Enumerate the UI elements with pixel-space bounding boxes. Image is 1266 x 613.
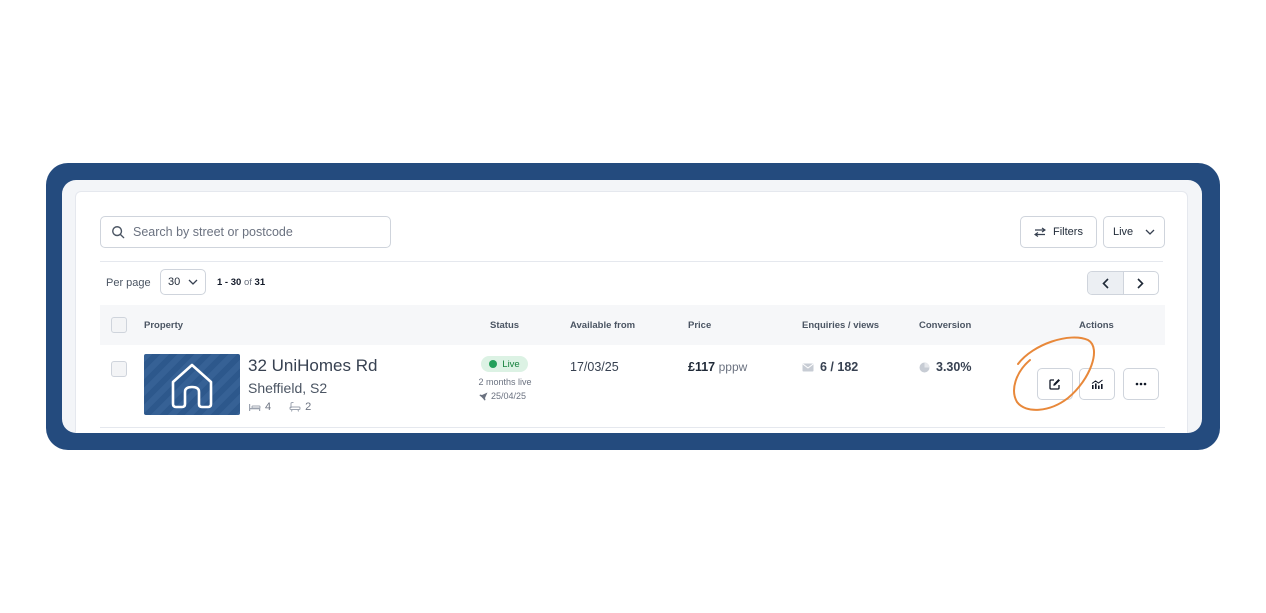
filters-icon	[1034, 227, 1047, 237]
rocket-icon	[479, 392, 488, 400]
bathroom-count: 2	[305, 401, 312, 413]
status-label: Live	[502, 358, 520, 370]
per-page-select[interactable]: 30	[160, 269, 206, 295]
results-total: 31	[254, 277, 266, 288]
column-price: Price	[688, 320, 712, 331]
status-badge: Live	[481, 356, 528, 372]
conversion-cell: 3.30%	[919, 360, 971, 374]
search-box[interactable]	[100, 216, 391, 248]
chevron-down-icon	[1145, 229, 1155, 235]
enquiries-views-cell: 6 / 182	[802, 360, 858, 374]
column-status: Status	[490, 320, 520, 331]
per-page-value: 30	[168, 276, 181, 288]
property-features: 4 2	[248, 401, 311, 413]
status-select-value: Live	[1113, 226, 1134, 238]
search-input[interactable]	[133, 225, 373, 239]
published-date: 25/04/25	[479, 391, 526, 401]
toolbar-divider	[100, 261, 1163, 262]
column-conversion: Conversion	[919, 320, 972, 331]
row-divider	[100, 427, 1165, 428]
status-duration: 2 months live	[478, 377, 532, 387]
next-page-button[interactable]	[1124, 272, 1159, 294]
highlight-circle-annotation	[1013, 336, 1095, 411]
row-checkbox[interactable]	[111, 361, 127, 377]
pie-chart-icon	[919, 362, 930, 372]
chevron-right-icon	[1137, 277, 1144, 289]
per-page-label: Per page	[106, 277, 151, 289]
bed-icon	[249, 404, 261, 411]
price-cell: £117 pppw	[688, 360, 747, 374]
previous-page-button[interactable]	[1088, 272, 1124, 294]
chevron-left-icon	[1102, 277, 1109, 289]
search-icon	[112, 226, 125, 239]
range-of: of	[243, 277, 252, 288]
property-location: Sheffield, S2	[248, 380, 328, 396]
available-from-date: 17/03/25	[570, 360, 619, 374]
house-logo-icon	[171, 363, 213, 409]
results-range: 1 - 30 of 31	[217, 277, 266, 288]
published-date-value: 25/04/25	[491, 391, 527, 401]
filters-label: Filters	[1053, 226, 1083, 238]
select-all-checkbox[interactable]	[111, 317, 127, 333]
status-select[interactable]: Live	[1103, 216, 1165, 248]
column-actions: Actions	[1079, 320, 1114, 331]
table-header: Property Status Available from Price Enq…	[100, 305, 1165, 345]
column-enquiries-views: Enquiries / views	[802, 320, 880, 331]
property-thumbnail[interactable]	[144, 354, 240, 415]
conversion-value: 3.30%	[936, 360, 972, 374]
bath-icon	[289, 402, 301, 412]
chevron-down-icon	[188, 279, 198, 285]
more-horizontal-icon	[1135, 382, 1147, 386]
live-dot-icon	[489, 360, 498, 368]
price-amount: £117	[688, 360, 716, 374]
enquiries-views-value: 6 / 182	[820, 360, 859, 374]
property-title[interactable]: 32 UniHomes Rd	[248, 356, 377, 376]
price-unit: pppw	[718, 360, 748, 374]
bedroom-count: 4	[265, 401, 272, 413]
pagination-controls	[1087, 271, 1159, 295]
range-end: 30	[230, 277, 242, 288]
filters-button[interactable]: Filters	[1020, 216, 1097, 248]
column-available-from: Available from	[570, 320, 636, 331]
mail-icon	[802, 363, 814, 371]
more-options-button[interactable]	[1123, 368, 1159, 400]
column-property: Property	[144, 320, 184, 331]
